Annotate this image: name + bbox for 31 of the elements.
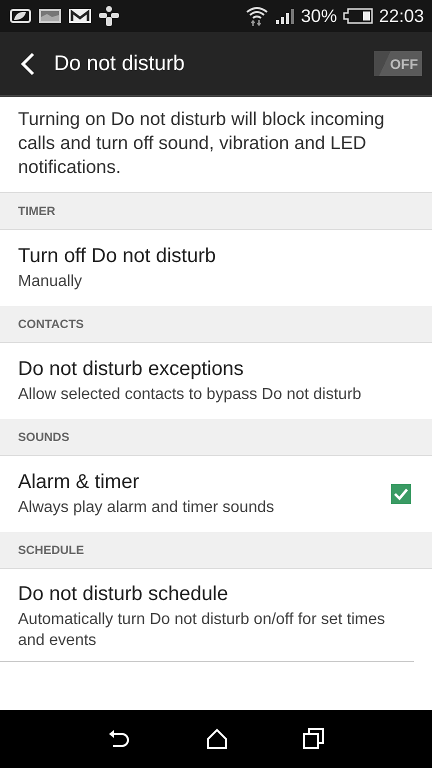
settings-item[interactable]: Turn off Do not disturb Manually bbox=[0, 230, 432, 306]
leaf-icon bbox=[8, 7, 32, 25]
back-icon[interactable] bbox=[20, 52, 36, 76]
section-header: TIMER bbox=[0, 193, 432, 230]
item-subtitle: Manually bbox=[18, 272, 84, 292]
battery-icon bbox=[342, 8, 373, 24]
settings-item[interactable]: Do not disturb exceptions Allow selected contacts to bypass Do not disturb bbox=[0, 343, 432, 419]
settings-item[interactable]: Do not disturb schedule Automatically turn Do not disturb on/off for set times and events bbox=[0, 569, 414, 662]
item-subtitle: Allow selected contacts to bypass Do not disturb bbox=[18, 384, 362, 404]
toggle-switch[interactable]: OFF bbox=[374, 51, 422, 76]
section-header: SCHEDULE bbox=[0, 532, 432, 569]
signal-icon bbox=[274, 7, 295, 25]
checkbox[interactable] bbox=[390, 483, 412, 505]
screen-title: Do not disturb bbox=[54, 52, 186, 76]
recent-apps-icon[interactable] bbox=[302, 728, 325, 750]
settings-item[interactable]: Alarm & timer Always play alarm and timer sounds bbox=[0, 456, 432, 532]
wifi-icon bbox=[244, 5, 269, 27]
item-title: Alarm & timer bbox=[18, 470, 140, 494]
item-title: Turn off Do not disturb bbox=[18, 244, 217, 268]
home-icon[interactable] bbox=[206, 728, 228, 750]
item-subtitle: Automatically turn Do not disturb on/off for set times and events bbox=[18, 610, 386, 651]
image-icon bbox=[38, 7, 62, 25]
item-title: Do not disturb schedule bbox=[18, 583, 230, 606]
back-icon[interactable] bbox=[107, 728, 132, 750]
item-subtitle: Always play alarm and timer sounds bbox=[18, 498, 276, 518]
item-title: Do not disturb exceptions bbox=[18, 358, 245, 380]
section-header: SOUNDS bbox=[0, 419, 432, 456]
section-header: CONTACTS bbox=[0, 306, 432, 343]
battery-percent: 30% bbox=[300, 6, 337, 26]
clock: 22:03 bbox=[378, 6, 424, 26]
mail-icon bbox=[68, 7, 92, 25]
